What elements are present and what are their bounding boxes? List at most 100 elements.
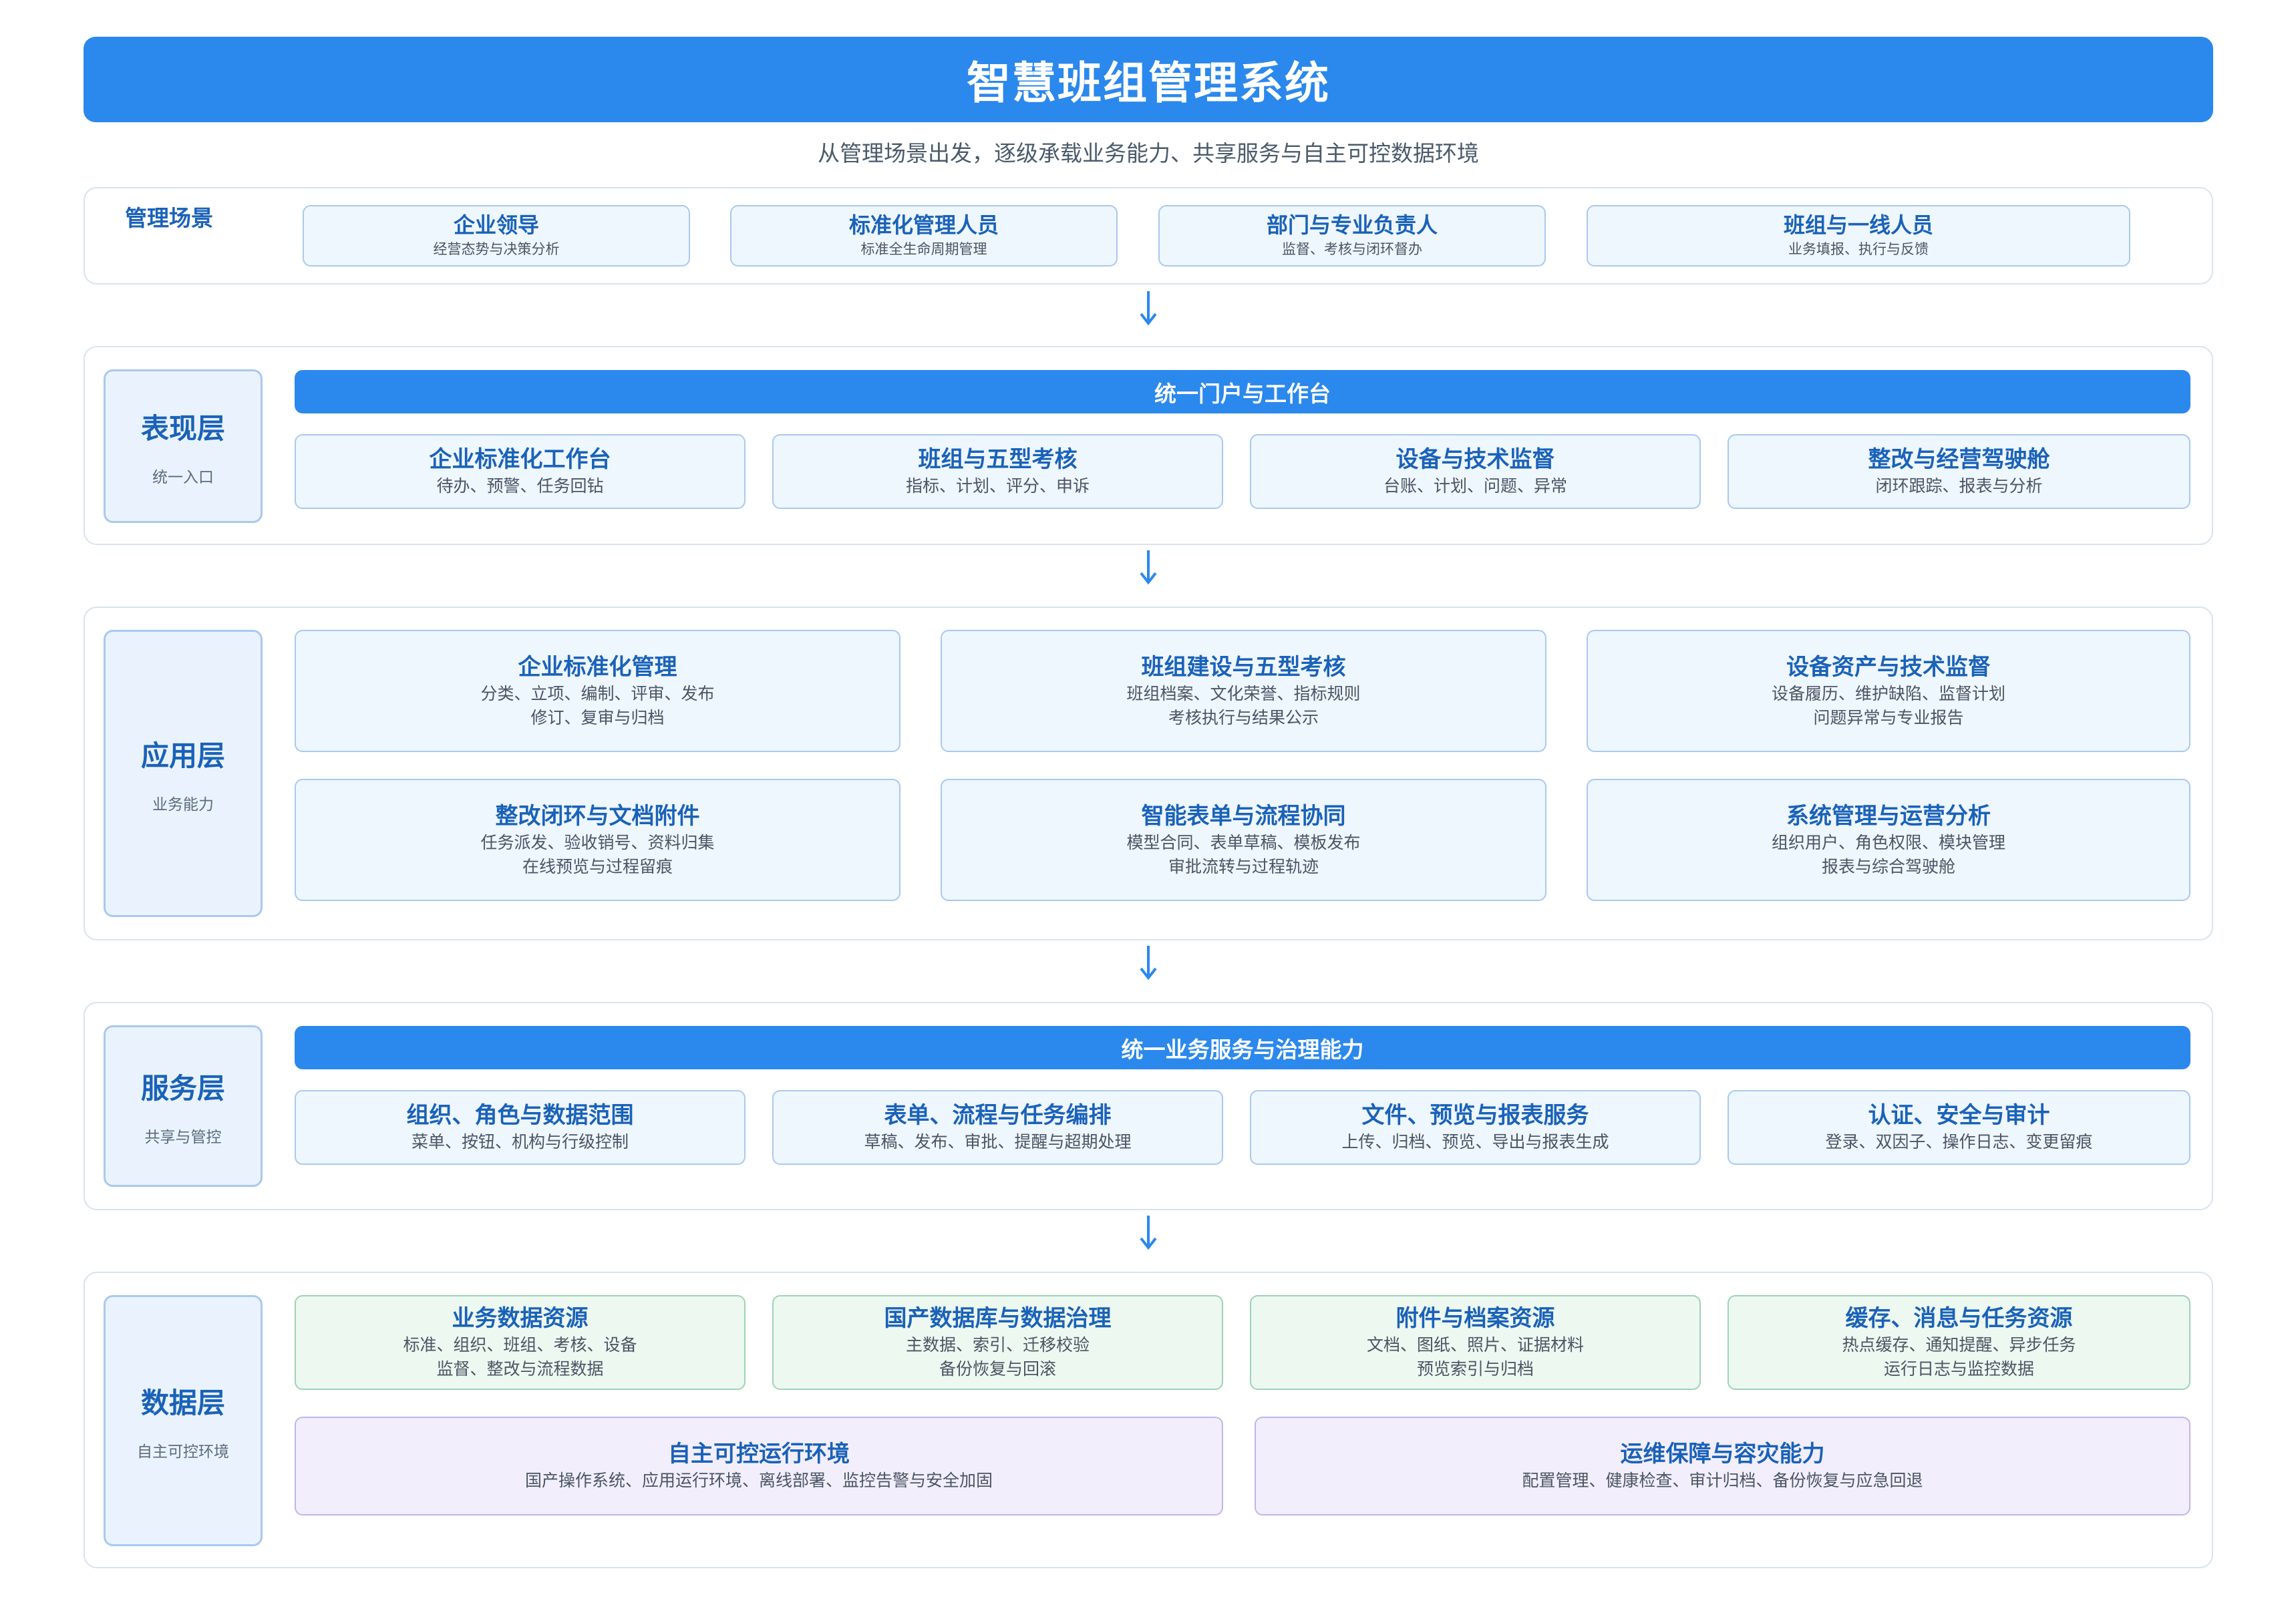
layer-title: 服务层 <box>140 1071 225 1105</box>
card-title: 整改闭环与文档附件 <box>495 802 700 830</box>
card-desc: 登录、双因子、操作日志、变更留痕 <box>1825 1132 2093 1151</box>
data-card-cache-messaging[interactable]: 缓存、消息与任务资源 热点缓存、通知提醒、异步任务 运行日志与监控数据 <box>1728 1295 2190 1390</box>
portal-banner: 统一门户与工作台 <box>295 370 2190 413</box>
service-banner: 统一业务服务与治理能力 <box>295 1026 2190 1069</box>
application-card-rectification-docs[interactable]: 整改闭环与文档附件 任务派发、验收销号、资料归集 在线预览与过程留痕 <box>295 779 900 901</box>
application-card-equipment-assets[interactable]: 设备资产与技术监督 设备履历、维护缺陷、监督计划 问题异常与专业报告 <box>1587 630 2190 752</box>
down-arrow-icon <box>1140 946 1157 980</box>
card-title: 设备与技术监督 <box>1396 446 1555 473</box>
card-desc: 草稿、发布、审批、提醒与超期处理 <box>864 1132 1132 1151</box>
card-desc-line1: 组织用户、角色权限、模块管理 <box>1771 832 2005 852</box>
scene-card-department-heads[interactable]: 部门与专业负责人 监督、考核与闭环督办 <box>1158 205 1546 266</box>
scene-card-frontline[interactable]: 班组与一线人员 业务填报、执行与反馈 <box>1587 205 2130 266</box>
card-desc-line2: 运行日志与监控数据 <box>1883 1359 2034 1379</box>
application-card-team-building[interactable]: 班组建设与五型考核 班组档案、文化荣誉、指标规则 考核执行与结果公示 <box>941 630 1546 752</box>
card-desc-line1: 模型合同、表单草稿、模板发布 <box>1126 832 1361 852</box>
card-desc: 台账、计划、问题、异常 <box>1383 476 1567 496</box>
presentation-card-standard-workbench[interactable]: 企业标准化工作台 待办、预警、任务回钻 <box>295 434 746 509</box>
scene-title: 部门与专业负责人 <box>1266 212 1438 238</box>
card-desc-line1: 任务派发、验收销号、资料归集 <box>480 832 715 852</box>
card-desc-line2: 监督、整改与流程数据 <box>436 1359 604 1379</box>
card-title: 表单、流程与任务编排 <box>884 1102 1112 1129</box>
presentation-card-team-assessment[interactable]: 班组与五型考核 指标、计划、评分、申诉 <box>772 434 1223 509</box>
down-arrow-icon <box>1140 550 1157 585</box>
scene-card-leaders[interactable]: 企业领导 经营态势与决策分析 <box>303 205 690 266</box>
scenes-label: 管理场景 <box>125 205 213 231</box>
application-card-standardization[interactable]: 企业标准化管理 分类、立项、编制、评审、发布 修订、复审与归档 <box>295 630 900 752</box>
card-desc: 菜单、按钮、机构与行级控制 <box>411 1132 629 1151</box>
card-title: 企业标准化管理 <box>518 653 677 681</box>
card-desc: 闭环跟踪、报表与分析 <box>1875 476 2043 496</box>
card-title: 附件与档案资源 <box>1396 1305 1555 1332</box>
page-title: 智慧班组管理系统 <box>84 37 2213 122</box>
layer-title: 表现层 <box>140 411 225 445</box>
card-title: 缓存、消息与任务资源 <box>1845 1305 2073 1332</box>
card-desc-line2: 预览索引与归档 <box>1416 1359 1534 1379</box>
card-title: 组织、角色与数据范围 <box>406 1102 634 1129</box>
card-desc-line1: 分类、立项、编制、评审、发布 <box>480 683 715 703</box>
scene-title: 企业领导 <box>453 212 539 238</box>
card-desc-line2: 报表与综合驾驶舱 <box>1821 856 1955 876</box>
data-card-runtime-environment[interactable]: 自主可控运行环境 国产操作系统、应用运行环境、离线部署、监控告警与安全加固 <box>295 1417 1223 1515</box>
card-desc-line1: 主数据、索引、迁移校验 <box>905 1335 1090 1355</box>
presentation-card-rectification-cockpit[interactable]: 整改与经营驾驶舱 闭环跟踪、报表与分析 <box>1728 434 2190 509</box>
card-desc-line1: 设备履历、维护缺陷、监督计划 <box>1771 683 2005 703</box>
card-desc-line2: 修订、复审与归档 <box>530 707 665 727</box>
layer-subtitle: 自主可控环境 <box>137 1443 229 1461</box>
card-desc: 上传、归档、预览、导出与报表生成 <box>1341 1132 1609 1151</box>
card-desc-line1: 热点缓存、通知提醒、异步任务 <box>1842 1335 2076 1355</box>
card-title: 企业标准化工作台 <box>429 446 611 473</box>
scene-desc: 标准全生命周期管理 <box>860 241 987 257</box>
presentation-layer-label: 表现层 统一入口 <box>104 369 263 523</box>
card-title: 智能表单与流程协同 <box>1141 802 1346 830</box>
service-card-org-roles[interactable]: 组织、角色与数据范围 菜单、按钮、机构与行级控制 <box>295 1090 746 1165</box>
data-card-database-governance[interactable]: 国产数据库与数据治理 主数据、索引、迁移校验 备份恢复与回滚 <box>772 1295 1223 1390</box>
card-desc: 国产操作系统、应用运行环境、离线部署、监控告警与安全加固 <box>524 1471 993 1490</box>
scene-title: 标准化管理人员 <box>848 212 999 238</box>
scene-desc: 监督、考核与闭环督办 <box>1282 241 1422 257</box>
card-title: 业务数据资源 <box>452 1305 589 1332</box>
service-card-files-reports[interactable]: 文件、预览与报表服务 上传、归档、预览、导出与报表生成 <box>1250 1090 1701 1165</box>
scene-desc: 经营态势与决策分析 <box>433 241 560 257</box>
card-desc-line2: 在线预览与过程留痕 <box>522 856 673 876</box>
application-card-forms-workflow[interactable]: 智能表单与流程协同 模型合同、表单草稿、模板发布 审批流转与过程轨迹 <box>941 779 1546 901</box>
layer-title: 应用层 <box>140 739 225 772</box>
card-title: 文件、预览与报表服务 <box>1361 1102 1589 1129</box>
card-title: 设备资产与技术监督 <box>1786 653 1991 681</box>
card-title: 系统管理与运营分析 <box>1786 802 1991 830</box>
down-arrow-icon <box>1140 1216 1157 1250</box>
card-desc-line2: 备份恢复与回滚 <box>939 1359 1056 1379</box>
card-desc: 指标、计划、评分、申诉 <box>905 476 1090 496</box>
card-title: 国产数据库与数据治理 <box>884 1305 1112 1332</box>
data-card-attachments-archives[interactable]: 附件与档案资源 文档、图纸、照片、证据材料 预览索引与归档 <box>1250 1295 1701 1390</box>
service-layer-label: 服务层 共享与管控 <box>104 1025 263 1187</box>
card-desc-line2: 考核执行与结果公示 <box>1168 707 1319 727</box>
card-desc-line2: 问题异常与专业报告 <box>1813 707 1964 727</box>
card-title: 运维保障与容灾能力 <box>1620 1441 1825 1467</box>
card-desc-line1: 班组档案、文化荣誉、指标规则 <box>1126 683 1361 703</box>
card-desc-line1: 标准、组织、班组、考核、设备 <box>403 1335 637 1355</box>
application-layer-label: 应用层 业务能力 <box>104 630 263 917</box>
layer-subtitle: 业务能力 <box>152 795 214 814</box>
scene-card-standard-managers[interactable]: 标准化管理人员 标准全生命周期管理 <box>730 205 1118 266</box>
scene-desc: 业务填报、执行与反馈 <box>1788 241 1929 257</box>
data-layer-label: 数据层 自主可控环境 <box>104 1295 263 1546</box>
card-desc-line2: 审批流转与过程轨迹 <box>1168 856 1319 876</box>
layer-subtitle: 共享与管控 <box>144 1128 222 1146</box>
service-card-auth-security[interactable]: 认证、安全与审计 登录、双因子、操作日志、变更留痕 <box>1728 1090 2190 1165</box>
presentation-card-equipment-supervision[interactable]: 设备与技术监督 台账、计划、问题、异常 <box>1250 434 1701 509</box>
service-card-forms-tasks[interactable]: 表单、流程与任务编排 草稿、发布、审批、提醒与超期处理 <box>772 1090 1223 1165</box>
application-card-system-analytics[interactable]: 系统管理与运营分析 组织用户、角色权限、模块管理 报表与综合驾驶舱 <box>1587 779 2190 901</box>
card-title: 整改与经营驾驶舱 <box>1868 446 2050 473</box>
down-arrow-icon <box>1140 291 1157 326</box>
data-card-ops-disaster-recovery[interactable]: 运维保障与容灾能力 配置管理、健康检查、审计归档、备份恢复与应急回退 <box>1255 1417 2190 1515</box>
card-title: 班组与五型考核 <box>918 446 1078 473</box>
data-card-business-data[interactable]: 业务数据资源 标准、组织、班组、考核、设备 监督、整改与流程数据 <box>295 1295 746 1390</box>
page-subtitle: 从管理场景出发，逐级承载业务能力、共享服务与自主可控数据环境 <box>818 140 1479 166</box>
card-desc: 配置管理、健康检查、审计归档、备份恢复与应急回退 <box>1522 1471 1923 1490</box>
card-title: 认证、安全与审计 <box>1868 1102 2050 1129</box>
layer-title: 数据层 <box>140 1386 225 1419</box>
card-title: 班组建设与五型考核 <box>1141 653 1346 681</box>
card-desc-line1: 文档、图纸、照片、证据材料 <box>1366 1335 1584 1355</box>
layer-subtitle: 统一入口 <box>152 468 214 486</box>
